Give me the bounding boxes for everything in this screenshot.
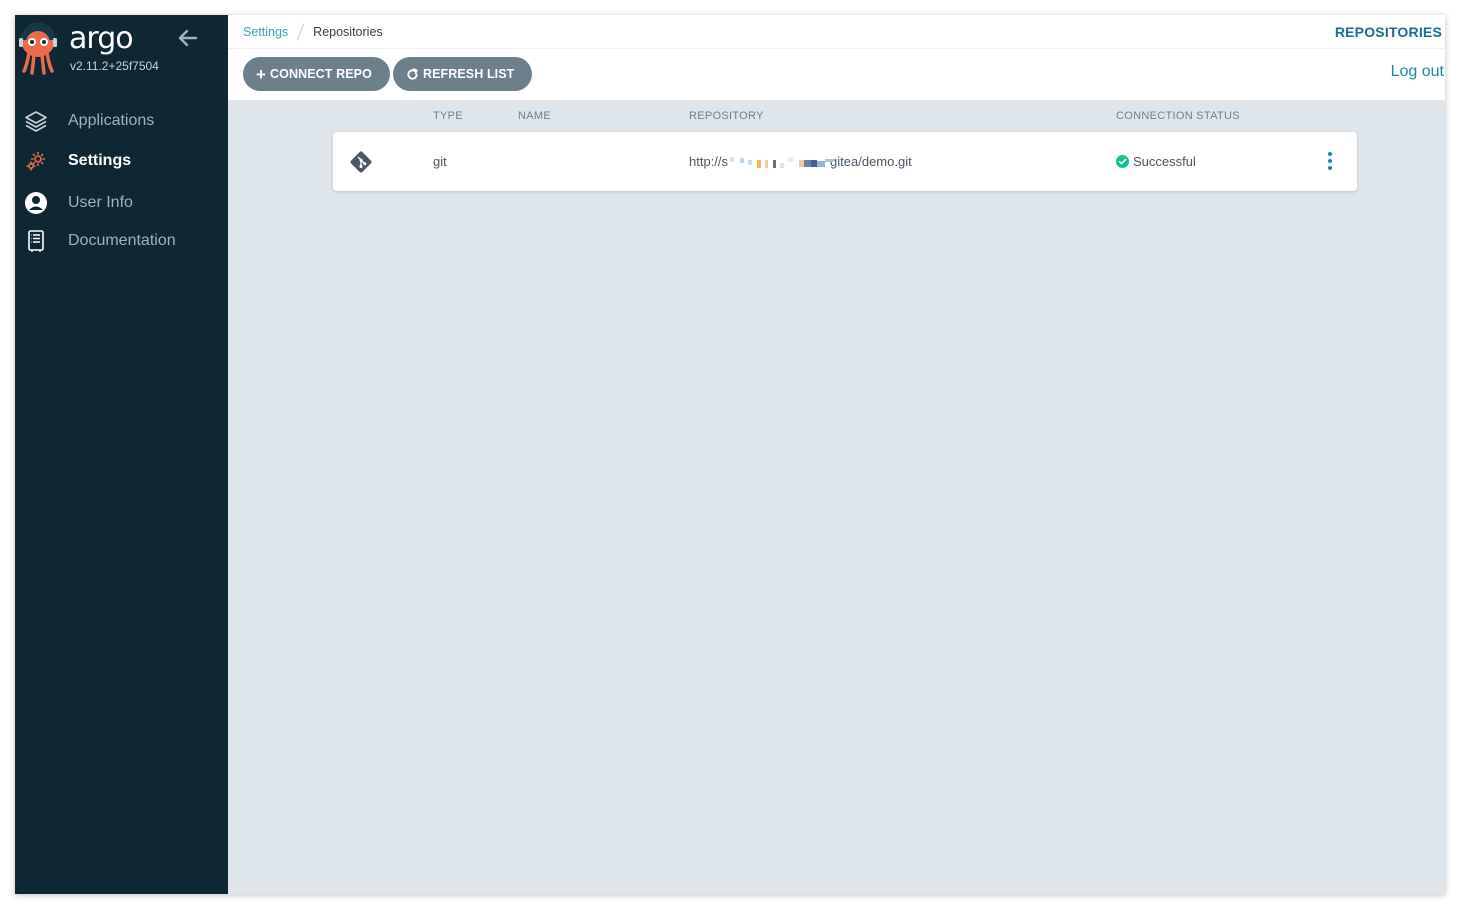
top-bar: Settings Repositories REPOSITORIES + CON…: [228, 15, 1445, 100]
repo-url: http://s gitea/demo.git: [689, 132, 912, 191]
breadcrumb-separator: [297, 23, 305, 41]
breadcrumb: Settings Repositories: [243, 15, 383, 49]
sidebar-item-label: Applications: [68, 112, 155, 129]
gears-icon: [24, 149, 48, 173]
breadcrumb-settings-link[interactable]: Settings: [243, 25, 288, 39]
sidebar-item-label: Documentation: [68, 232, 176, 249]
refresh-list-label: REFRESH LIST: [422, 67, 515, 81]
divider: [228, 48, 1445, 49]
layers-icon: [24, 109, 48, 133]
git-icon: [350, 151, 372, 172]
sidebar-nav: Applications Settings User Info Document…: [15, 101, 228, 261]
breadcrumb-current: Repositories: [313, 25, 383, 39]
repo-url-suffix: gitea/demo.git: [830, 154, 912, 169]
sidebar: argo v2.11.2+25f7504 Applications Settin…: [15, 15, 228, 894]
sidebar-item-label: Settings: [68, 152, 132, 169]
table-header: TYPE NAME REPOSITORY CONNECTION STATUS: [228, 100, 1445, 132]
repo-type: git: [433, 154, 447, 169]
sidebar-item-settings[interactable]: Settings: [15, 141, 228, 181]
toolbar: + CONNECT REPO REFRESH LIST: [243, 57, 533, 91]
sidebar-item-user-info[interactable]: User Info: [15, 183, 228, 223]
argo-logo-icon: [19, 23, 57, 75]
sidebar-item-applications[interactable]: Applications: [15, 101, 228, 141]
page-title: REPOSITORIES: [1334, 24, 1442, 40]
refresh-list-button[interactable]: REFRESH LIST: [392, 57, 533, 91]
refresh-icon: [406, 67, 419, 81]
sidebar-item-documentation[interactable]: Documentation: [15, 221, 228, 261]
repo-url-prefix: http://s: [689, 154, 729, 169]
book-icon: [24, 229, 48, 253]
version-label: v2.11.2+25f7504: [70, 59, 159, 73]
sidebar-item-label: User Info: [68, 194, 133, 211]
connection-status: Successful: [1116, 132, 1196, 191]
table-row[interactable]: git http://s gitea/demo.git Successful: [333, 132, 1357, 191]
redacted-host: [724, 156, 835, 168]
connect-repo-button[interactable]: + CONNECT REPO: [243, 57, 390, 91]
column-header-name: NAME: [518, 110, 551, 122]
connect-repo-label: CONNECT REPO: [270, 67, 372, 81]
brand: argo v2.11.2+25f7504: [15, 15, 228, 87]
status-text: Successful: [1133, 154, 1196, 169]
column-header-repository: REPOSITORY: [689, 110, 764, 122]
logout-link[interactable]: Log out: [1391, 63, 1444, 81]
brand-name: argo: [69, 21, 134, 56]
user-circle-icon: [24, 191, 48, 215]
repo-type-icon-cell: [348, 132, 374, 191]
row-actions-menu-icon[interactable]: [1323, 150, 1337, 172]
column-header-type: TYPE: [433, 110, 463, 122]
column-header-connection-status: CONNECTION STATUS: [1116, 110, 1240, 122]
arrow-left-icon[interactable]: [177, 27, 199, 49]
plus-icon: +: [256, 64, 267, 84]
check-circle-icon: [1116, 155, 1129, 168]
app-window: argo v2.11.2+25f7504 Applications Settin…: [15, 15, 1445, 894]
